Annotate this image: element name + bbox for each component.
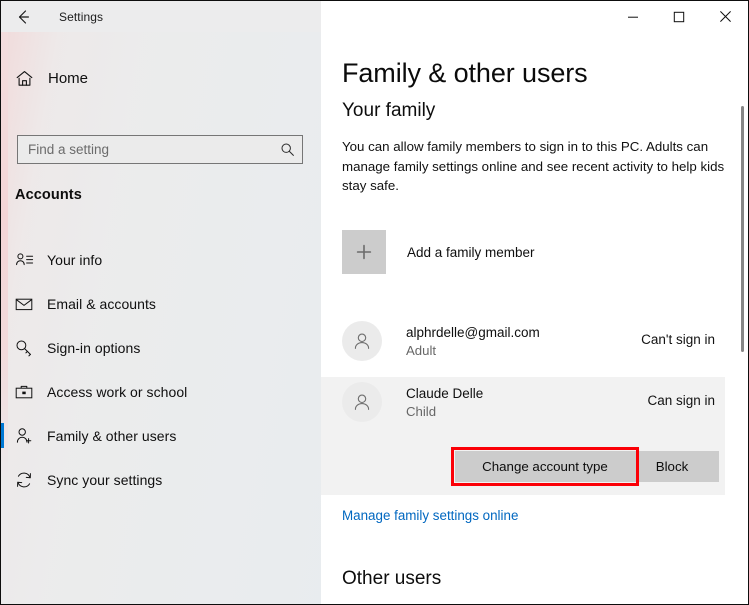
plus-icon — [342, 230, 386, 274]
avatar — [342, 382, 382, 422]
family-member-role: Child — [406, 403, 437, 419]
other-users-heading: Other users — [342, 568, 442, 589]
title-bar: Settings — [1, 1, 748, 32]
sidebar-item-sign-in-options[interactable]: Sign-in options — [1, 326, 321, 370]
briefcase-icon — [1, 382, 47, 402]
sidebar-item-home-label: Home — [48, 69, 89, 87]
title-bar-left: Settings — [1, 1, 321, 32]
add-family-member-button[interactable]: Add a family member — [342, 228, 725, 276]
key-icon — [1, 338, 47, 358]
sidebar-item-your-info[interactable]: Your info — [1, 238, 321, 282]
sync-icon — [1, 470, 47, 490]
sidebar-item-family-other-users[interactable]: Family & other users — [1, 414, 321, 458]
your-family-heading: Your family — [342, 100, 436, 121]
maximize-button[interactable] — [656, 1, 702, 32]
family-member-header: alphrdelle@gmail.com Adult Can't sign in — [342, 316, 725, 366]
sidebar-item-access-work-or-school[interactable]: Access work or school — [1, 370, 321, 414]
user-add-icon — [1, 426, 47, 446]
settings-window: Settings Home Find a setting Accounts Yo… — [0, 0, 749, 605]
family-member-status: Can't sign in — [641, 332, 715, 347]
window-controls — [321, 1, 748, 32]
family-member-header: Claude Delle Child Can sign in — [342, 377, 725, 427]
sidebar: Home Accounts You — [1, 32, 321, 604]
family-member-texts: Claude Delle Child — [382, 385, 483, 420]
sidebar-item-your-info-label: Your info — [47, 252, 103, 268]
manage-family-settings-link[interactable]: Manage family settings online — [342, 508, 518, 523]
home-icon — [1, 69, 47, 88]
family-member-texts: alphrdelle@gmail.com Adult — [382, 324, 540, 359]
avatar — [342, 321, 382, 361]
scrollbar-thumb[interactable] — [741, 106, 744, 352]
main-content: Family & other users Your family You can… — [321, 32, 748, 604]
window-title: Settings — [59, 9, 104, 24]
sidebar-item-family-other-users-label: Family & other users — [47, 428, 177, 444]
content-scrollbar[interactable] — [736, 32, 748, 604]
close-button[interactable] — [702, 1, 748, 32]
sidebar-item-access-work-or-school-label: Access work or school — [47, 384, 188, 400]
sidebar-item-sync-your-settings[interactable]: Sync your settings — [1, 458, 321, 502]
search-input[interactable] — [18, 136, 272, 163]
your-family-description: You can allow family members to sign in … — [342, 139, 725, 193]
family-member-actions: Change account type Block — [321, 447, 725, 486]
page-title: Family & other users — [342, 58, 588, 88]
family-member-role: Adult — [406, 342, 437, 358]
user-info-icon — [1, 251, 47, 270]
family-member-name: Claude Delle — [406, 385, 484, 401]
block-button[interactable]: Block — [625, 451, 719, 482]
sidebar-item-sign-in-options-label: Sign-in options — [47, 340, 141, 356]
search-icon — [272, 142, 302, 157]
sidebar-item-email-accounts[interactable]: Email & accounts — [1, 282, 321, 326]
minimize-button[interactable] — [610, 1, 656, 32]
change-account-type-button[interactable]: Change account type — [455, 451, 635, 482]
add-family-member-label: Add a family member — [407, 244, 535, 260]
family-member-row[interactable]: alphrdelle@gmail.com Adult Can't sign in — [321, 316, 725, 366]
search-box[interactable] — [17, 135, 303, 164]
envelope-icon — [1, 294, 47, 314]
sidebar-item-sync-your-settings-label: Sync your settings — [47, 472, 163, 488]
sidebar-nav: Your info Email & accounts Sign-in optio… — [1, 238, 321, 502]
sidebar-section-title: Accounts — [15, 187, 82, 203]
family-member-status: Can sign in — [647, 393, 715, 408]
sidebar-item-email-accounts-label: Email & accounts — [47, 296, 156, 312]
sidebar-item-home[interactable]: Home — [1, 58, 321, 98]
back-button[interactable] — [1, 1, 45, 32]
family-member-name: alphrdelle@gmail.com — [406, 324, 540, 340]
